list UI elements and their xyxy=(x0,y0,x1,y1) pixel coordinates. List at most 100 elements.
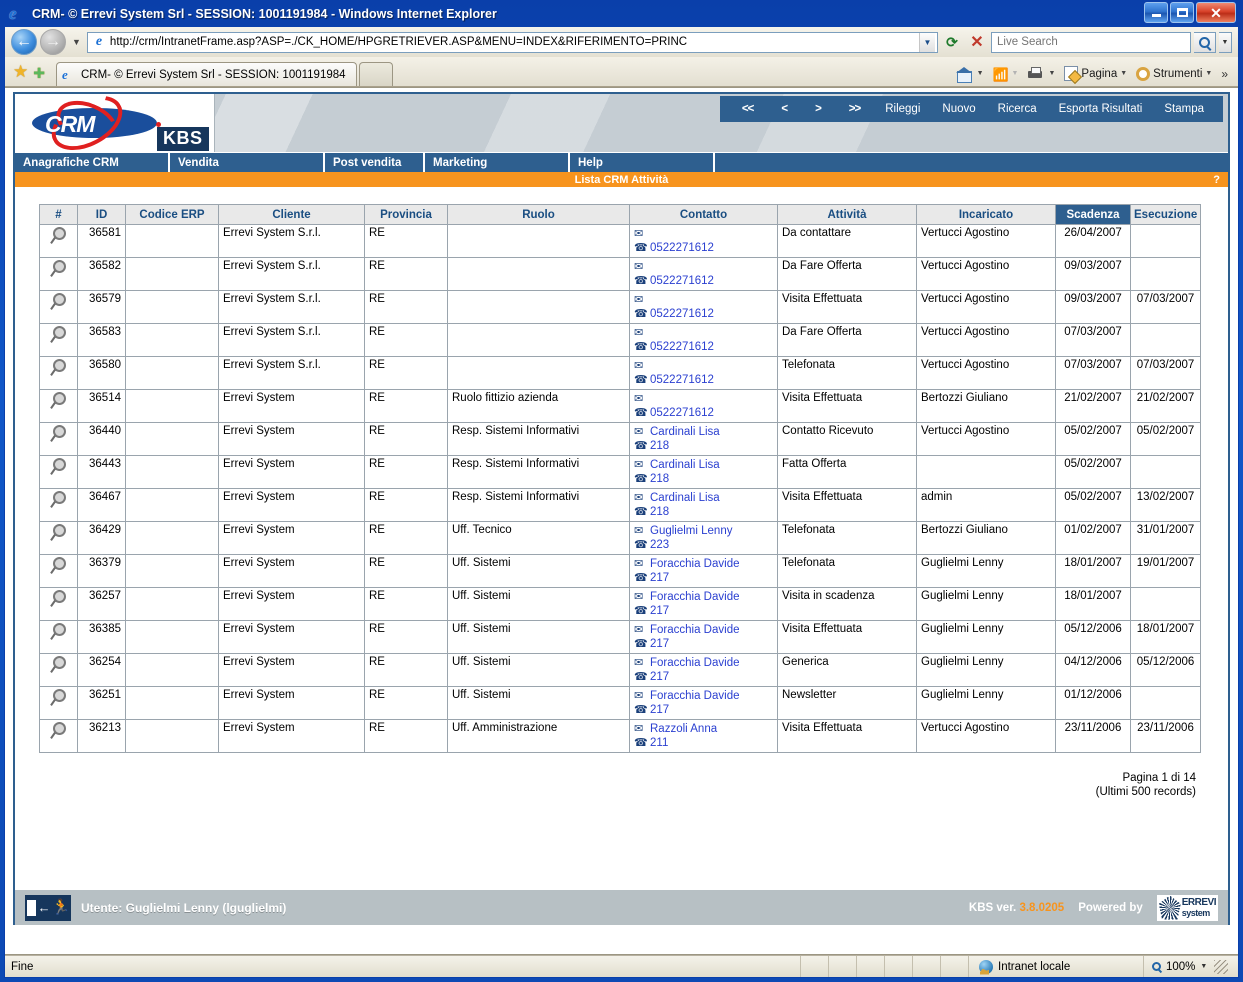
contact-name-link[interactable]: Foracchia Davide xyxy=(650,557,739,571)
envelope-icon[interactable]: ✉ xyxy=(634,426,646,438)
row-detail-button[interactable] xyxy=(39,554,78,588)
column-header-num[interactable]: # xyxy=(39,204,78,225)
resize-grip[interactable] xyxy=(1214,959,1228,974)
contact-phone-line[interactable]: ☎ 218 xyxy=(634,505,773,519)
column-header-cliente[interactable]: Cliente xyxy=(218,204,365,225)
envelope-icon[interactable]: ✉ xyxy=(634,360,646,372)
reload-button[interactable]: Rileggi xyxy=(874,100,931,118)
browser-tab[interactable]: e CRM- © Errevi System Srl - SESSION: 10… xyxy=(55,62,357,86)
contact-phone-line[interactable]: ☎ 0522271612 xyxy=(634,406,773,420)
contact-email-line[interactable]: ✉ Cardinali Lisa xyxy=(634,491,773,505)
telephone-icon[interactable]: ☎ xyxy=(634,374,648,386)
telephone-icon[interactable]: ☎ xyxy=(634,341,648,353)
telephone-icon[interactable]: ☎ xyxy=(634,440,648,452)
refresh-icon[interactable]: ⟳ xyxy=(941,31,963,53)
contact-name-link[interactable]: Foracchia Davide xyxy=(650,623,739,637)
telephone-icon[interactable]: ☎ xyxy=(634,704,648,716)
minimize-button[interactable] xyxy=(1144,2,1168,23)
cell-contatto[interactable]: ✉ Foracchia Davide ☎ 217 xyxy=(629,554,778,588)
contact-phone-link[interactable]: 217 xyxy=(650,670,669,684)
row-detail-button[interactable] xyxy=(39,620,78,654)
row-detail-button[interactable] xyxy=(39,323,78,357)
table-row[interactable]: 36254 Errevi System RE Uff. Sistemi ✉ Foracch… xyxy=(39,653,1201,687)
overflow-chevrons-icon[interactable]: » xyxy=(1217,67,1232,81)
contact-email-line[interactable]: ✉ xyxy=(634,326,773,340)
security-zone[interactable]: Intranet locale xyxy=(968,956,1143,977)
telephone-icon[interactable]: ☎ xyxy=(634,737,648,749)
magnifier-icon[interactable] xyxy=(50,392,67,409)
close-button[interactable]: ✕ xyxy=(1196,2,1236,23)
page-menu-button[interactable]: Pagina ▼ xyxy=(1060,64,1131,83)
cell-contatto[interactable]: ✉ ☎ 0522271612 xyxy=(629,323,778,357)
row-detail-button[interactable] xyxy=(39,356,78,390)
cell-contatto[interactable]: ✉ ☎ 0522271612 xyxy=(629,257,778,291)
row-detail-button[interactable] xyxy=(39,422,78,456)
table-row[interactable]: 36443 Errevi System RE Resp. Sistemi Inform… xyxy=(39,455,1201,489)
maximize-button[interactable] xyxy=(1170,2,1194,23)
magnifier-icon[interactable] xyxy=(50,491,67,508)
contact-name-link[interactable]: Cardinali Lisa xyxy=(650,425,720,439)
envelope-icon[interactable]: ✉ xyxy=(634,525,646,537)
table-row[interactable]: 36580 Errevi System S.r.l. RE ✉ ☎ 0522271612 T… xyxy=(39,356,1201,390)
cell-contatto[interactable]: ✉ ☎ 0522271612 xyxy=(629,224,778,258)
column-header-esecuzione[interactable]: Esecuzione xyxy=(1130,204,1201,225)
contact-email-line[interactable]: ✉ xyxy=(634,260,773,274)
menu-marketing[interactable]: Marketing xyxy=(425,153,570,172)
contact-phone-line[interactable]: ☎ 217 xyxy=(634,604,773,618)
magnifier-icon[interactable] xyxy=(50,227,67,244)
row-detail-button[interactable] xyxy=(39,587,78,621)
column-header-incaricato[interactable]: Incaricato xyxy=(916,204,1056,225)
search-button[interactable]: Ricerca xyxy=(987,100,1048,118)
table-row[interactable]: 36257 Errevi System RE Uff. Sistemi ✉ Foracch… xyxy=(39,587,1201,621)
contact-phone-link[interactable]: 0522271612 xyxy=(650,274,714,288)
cell-contatto[interactable]: ✉ Foracchia Davide ☎ 217 xyxy=(629,653,778,687)
magnifier-icon[interactable] xyxy=(50,590,67,607)
contact-phone-link[interactable]: 223 xyxy=(650,538,669,552)
table-row[interactable]: 36385 Errevi System RE Uff. Sistemi ✉ Foracch… xyxy=(39,620,1201,654)
contact-email-line[interactable]: ✉ Cardinali Lisa xyxy=(634,458,773,472)
contact-phone-link[interactable]: 218 xyxy=(650,472,669,486)
contact-phone-link[interactable]: 217 xyxy=(650,571,669,585)
magnifier-icon[interactable] xyxy=(50,524,67,541)
contact-phone-link[interactable]: 217 xyxy=(650,604,669,618)
cell-contatto[interactable]: ✉ Foracchia Davide ☎ 217 xyxy=(629,620,778,654)
chevron-down-icon[interactable]: ▼ xyxy=(977,70,984,77)
contact-name-link[interactable]: Foracchia Davide xyxy=(650,590,739,604)
row-detail-button[interactable] xyxy=(39,653,78,687)
telephone-icon[interactable]: ☎ xyxy=(634,242,648,254)
telephone-icon[interactable]: ☎ xyxy=(634,407,648,419)
contact-phone-link[interactable]: 217 xyxy=(650,703,669,717)
stop-icon[interactable]: ✕ xyxy=(966,31,988,53)
envelope-icon[interactable]: ✉ xyxy=(634,261,646,273)
envelope-icon[interactable]: ✉ xyxy=(634,591,646,603)
contact-name-link[interactable]: Foracchia Davide xyxy=(650,689,739,703)
contact-email-line[interactable]: ✉ Foracchia Davide xyxy=(634,689,773,703)
contact-name-link[interactable]: Foracchia Davide xyxy=(650,656,739,670)
contact-phone-line[interactable]: ☎ 0522271612 xyxy=(634,274,773,288)
contact-email-line[interactable]: ✉ Foracchia Davide xyxy=(634,623,773,637)
url-dropdown-icon[interactable]: ▼ xyxy=(919,32,935,52)
magnifier-icon[interactable] xyxy=(50,425,67,442)
search-field[interactable] xyxy=(995,35,1187,49)
prev-page-button[interactable]: < xyxy=(767,100,801,118)
contact-phone-line[interactable]: ☎ 218 xyxy=(634,439,773,453)
magnifier-icon[interactable] xyxy=(50,623,67,640)
envelope-icon[interactable]: ✉ xyxy=(634,393,646,405)
menu-help[interactable]: Help xyxy=(570,153,715,172)
telephone-icon[interactable]: ☎ xyxy=(634,539,648,551)
row-detail-button[interactable] xyxy=(39,389,78,423)
last-page-button[interactable]: >> xyxy=(835,100,874,118)
contact-name-link[interactable]: Razzoli Anna xyxy=(650,722,717,736)
contact-phone-line[interactable]: ☎ 0522271612 xyxy=(634,307,773,321)
url-bar[interactable]: e http://crm/IntranetFrame.asp?ASP=./CK_… xyxy=(86,31,938,53)
magnifier-icon[interactable] xyxy=(50,359,67,376)
envelope-icon[interactable]: ✉ xyxy=(634,492,646,504)
row-detail-button[interactable] xyxy=(39,257,78,291)
contact-phone-link[interactable]: 0522271612 xyxy=(650,406,714,420)
contact-phone-link[interactable]: 0522271612 xyxy=(650,241,714,255)
menu-anagrafiche-crm[interactable]: Anagrafiche CRM xyxy=(15,153,170,172)
history-dropdown-icon[interactable]: ▼ xyxy=(69,37,84,47)
telephone-icon[interactable]: ☎ xyxy=(634,572,648,584)
contact-phone-link[interactable]: 218 xyxy=(650,505,669,519)
contact-email-line[interactable]: ✉ Razzoli Anna xyxy=(634,722,773,736)
